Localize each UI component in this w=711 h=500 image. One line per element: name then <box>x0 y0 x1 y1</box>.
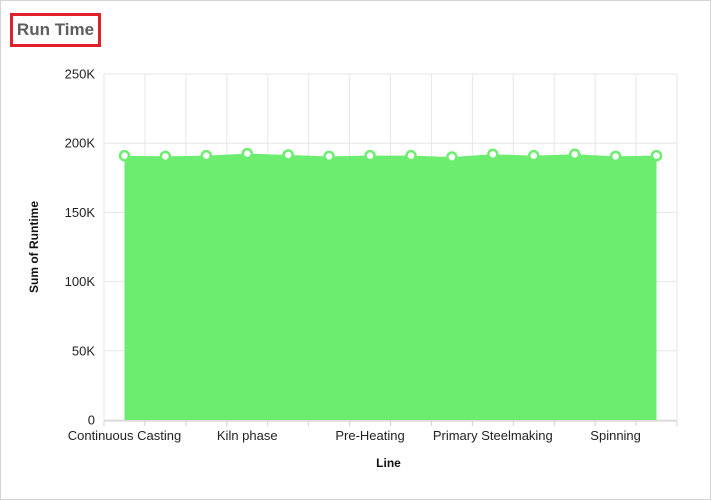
y-axis-title: Sum of Runtime <box>27 201 41 293</box>
data-point <box>241 147 253 160</box>
x-tick-label: Continuous Casting <box>68 428 181 443</box>
data-point <box>487 148 499 161</box>
x-tick-label: Kiln phase <box>217 428 278 443</box>
y-tick-label: 250K <box>65 67 96 82</box>
x-axis-title: Line <box>376 456 401 470</box>
x-tick-label: Primary Steelmaking <box>433 428 553 443</box>
x-tick-label: Spinning <box>590 428 641 443</box>
y-tick-label: 100K <box>65 274 96 289</box>
data-point <box>609 150 622 163</box>
data-point <box>118 149 131 162</box>
data-point <box>446 151 458 163</box>
area-chart: 0 50K 100K 150K 200K 250K Continuous Casting K… <box>27 67 678 470</box>
y-axis: 0 50K 100K 150K 200K 250K <box>65 67 96 428</box>
x-axis: Continuous Casting Kiln phase Pre-Heating P… <box>68 420 678 443</box>
data-point <box>200 149 213 162</box>
data-point <box>323 150 335 163</box>
y-tick-label: 0 <box>88 413 95 428</box>
y-tick-label: 200K <box>65 136 96 151</box>
area-fill <box>124 153 657 420</box>
data-point <box>159 150 172 163</box>
data-point <box>568 148 581 161</box>
x-tick-label: Pre-Heating <box>335 428 404 443</box>
data-point <box>282 149 294 161</box>
area-series <box>124 153 657 420</box>
data-point <box>405 149 417 162</box>
data-point <box>364 149 376 162</box>
y-tick-label: 150K <box>65 205 96 220</box>
data-point <box>528 149 540 162</box>
y-tick-label: 50K <box>72 343 95 358</box>
data-point <box>650 149 663 162</box>
